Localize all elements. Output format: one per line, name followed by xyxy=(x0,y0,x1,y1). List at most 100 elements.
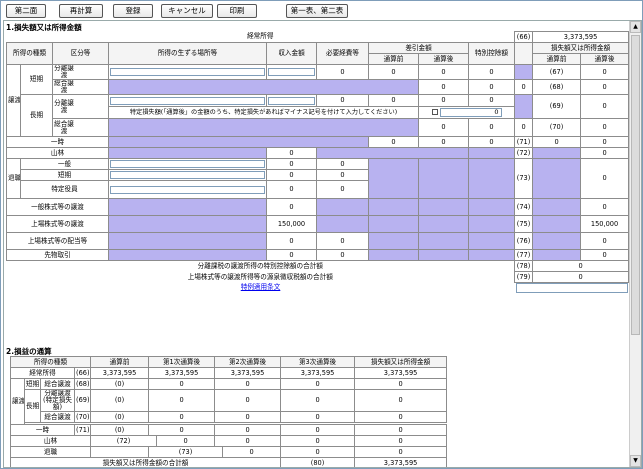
sakimono-purple-1 xyxy=(108,249,267,261)
s2-choki-bunri-3rd: 0 xyxy=(280,389,356,412)
no74: (74) xyxy=(514,198,534,216)
s2-ichiji-1st: 0 xyxy=(148,424,216,436)
sakimono-purple-6 xyxy=(532,249,582,261)
header-kubun: 区分等 xyxy=(52,42,109,65)
s2-ichiji-3rd: 0 xyxy=(280,424,356,436)
sanrin-res-go: 0 xyxy=(580,147,630,159)
header-tsusango2: 通算後 xyxy=(580,53,630,65)
taishoku-ippan-hitsuyo[interactable]: 0 xyxy=(316,158,369,170)
tokurei-link[interactable]: 特例適用条文 xyxy=(241,283,281,291)
scrollbar-thumb[interactable] xyxy=(631,35,640,335)
header-tsusango: 通算後 xyxy=(418,53,469,65)
taishoku-purple-d xyxy=(532,158,582,199)
sakimono-hitsuyo[interactable]: 0 xyxy=(316,249,369,261)
s2-choki-sogo-mae: (0) xyxy=(90,411,150,423)
ippan-kabu-res-go: 0 xyxy=(580,198,630,216)
tanki-label: 短期 xyxy=(20,64,53,95)
register-button[interactable]: 登録 xyxy=(113,4,153,18)
s2-taishoku-3rd: 0 xyxy=(280,446,356,458)
tokutei-checkbox[interactable] xyxy=(431,109,438,115)
row-ichiji: 一時 0 0 0 (71) 0 0 xyxy=(6,136,630,148)
s2-choki-sogo-1st: 0 xyxy=(148,411,216,423)
income-loss-table: 経常所得 (66) 3,373,595 所得の種類 区分等 所得の生ずる場所等 … xyxy=(6,31,630,303)
s2-taishoku-blank-1 xyxy=(90,446,150,458)
tanki-bunri-hitsuyo[interactable]: 0 xyxy=(368,64,419,80)
s2-header-mae: 通算前 xyxy=(90,356,150,368)
tanki-bunri-kubun[interactable] xyxy=(108,64,267,80)
s2-sanrin-3rd: 0 xyxy=(280,435,356,447)
print-button[interactable]: 印刷 xyxy=(217,4,257,18)
first-second-table-button[interactable]: 第一表、第二表 xyxy=(286,4,348,18)
s2-keijo-1st: 3,373,595 xyxy=(148,367,216,379)
taishoku-tanki-basho[interactable] xyxy=(108,169,267,181)
tanki-sogo-res-mae: 0 xyxy=(580,79,630,95)
second-page-button[interactable]: 第二面 xyxy=(6,4,46,18)
taishoku-tanki-hitsuyo[interactable]: 0 xyxy=(316,169,369,181)
tanki-sogo-mae: 0 xyxy=(418,79,469,95)
s2-ichiji-label: 一時 xyxy=(10,424,75,436)
s2-taishoku-label: 退職 xyxy=(9,446,92,458)
choki-bunri-label: 分離譲渡 xyxy=(52,94,109,119)
jojo-kabu-shunyu[interactable]: 150,000 xyxy=(266,215,317,233)
scroll-up-icon[interactable]: ▲ xyxy=(630,21,641,33)
recalculate-button[interactable]: 再計算 xyxy=(59,4,103,18)
vertical-scrollbar[interactable]: ▲ ▼ xyxy=(629,21,641,467)
s2-keijo-result: 3,373,595 xyxy=(354,367,448,379)
no79: (79) xyxy=(514,271,534,283)
no78: (78) xyxy=(514,260,534,272)
ichiji-res-mae: 0 xyxy=(532,136,582,148)
s2-choki-bunri-result: 0 xyxy=(354,389,448,412)
sanrin-shunyu: 0 xyxy=(266,147,317,159)
taishoku-tokutei-hitsuyo[interactable]: 0 xyxy=(316,180,369,199)
choki-bunri-shunyu[interactable]: 0 xyxy=(316,94,369,107)
choki-bunri-hitsuyo[interactable]: 0 xyxy=(368,94,419,107)
choki-bunri-kubun[interactable] xyxy=(108,94,267,107)
taishoku-tokutei-shunyu[interactable]: 0 xyxy=(266,180,317,199)
sakimono-label: 先物取引 xyxy=(6,249,109,261)
s2-ichiji-2nd: 0 xyxy=(214,424,282,436)
bunri-tokubetsu-label: 分離課税の譲渡所得の特別控除額の合計額 xyxy=(197,261,323,270)
sakimono-shunyu[interactable]: 0 xyxy=(266,249,317,261)
ippan-kabu-shunyu[interactable]: 0 xyxy=(266,198,317,216)
s2-row-tanki: 譲渡 短期 総合譲渡 (68) (0) 0 0 0 0 xyxy=(10,378,448,425)
taishoku-ippan-shunyu[interactable]: 0 xyxy=(266,158,317,170)
row-choki-sogo: 総合譲渡 0 0 0 (70) 0 0 xyxy=(7,118,630,137)
taishoku-tanki-shunyu[interactable]: 0 xyxy=(266,169,317,181)
form-scroll-area[interactable]: 1.損失額又は所得金額 経常所得 (66) 3,373,595 所得の種類 区分… xyxy=(3,20,642,468)
cancel-button[interactable]: キャンセル xyxy=(161,4,213,18)
ichiji-go: 0 xyxy=(418,136,469,148)
choki-bunri-basho[interactable] xyxy=(266,94,317,107)
sakimono-purple-3 xyxy=(368,249,419,261)
row-tokurei: 特例適用条文 xyxy=(7,283,629,303)
jojo-kabu-purple-5 xyxy=(467,215,516,233)
tanki-bunri-basho[interactable] xyxy=(266,64,317,80)
s2-choki-bunri-mae: (0) xyxy=(90,389,150,412)
s2-row-sanrin: 山林 (72) 0 0 0 0 xyxy=(9,435,448,447)
scroll-down-icon[interactable]: ▼ xyxy=(630,455,641,467)
jojo-kabu-label: 上場株式等の譲渡 xyxy=(6,215,109,233)
sanrin-purple-3 xyxy=(467,147,516,159)
jojo-haito-res-go: 0 xyxy=(580,232,630,250)
taishoku-label: 退職 xyxy=(6,158,21,199)
row-ippan-kabu: 一般株式等の譲渡 0 (74) 0 xyxy=(6,198,630,216)
tokurei-input-cell[interactable] xyxy=(515,283,629,303)
taishoku-ippan-basho[interactable] xyxy=(108,158,267,170)
taishoku-purple-a xyxy=(368,158,419,199)
s2-header-3rd: 第3次通算後 xyxy=(280,356,356,368)
taishoku-tokutei-basho[interactable] xyxy=(108,180,267,199)
jojo-haito-hitsuyo[interactable]: 0 xyxy=(316,232,369,250)
ichiji-label: 一時 xyxy=(6,136,109,148)
ippan-kabu-purple-1 xyxy=(108,198,267,216)
header-sashihiki: 差引金額 xyxy=(368,42,469,54)
keijo-value: 3,373,595 xyxy=(532,31,630,43)
header-shunyu: 収入金額 xyxy=(266,42,317,65)
tanki-bunri-shunyu[interactable]: 0 xyxy=(316,64,369,80)
s2-no72: (72) xyxy=(90,435,158,447)
bunri-tokubetsu-value: 0 xyxy=(532,260,630,272)
jojo-haito-shunyu[interactable]: 0 xyxy=(266,232,317,250)
tokutei-input[interactable]: 0 xyxy=(417,106,516,119)
sanrin-purple-1 xyxy=(108,147,267,159)
keijo-row: 経常所得 (66) 3,373,595 xyxy=(7,31,630,43)
s2-no69: (69) xyxy=(73,389,92,412)
s2-choki-sogo-3rd: 0 xyxy=(280,411,356,423)
